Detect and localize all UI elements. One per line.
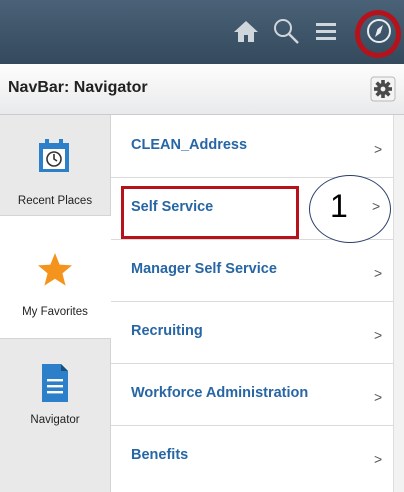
self-service-highlight-box xyxy=(121,186,299,239)
chevron-right-icon[interactable]: > xyxy=(372,198,380,214)
chevron-right-icon: > xyxy=(374,327,383,343)
step-callout-number: 1 xyxy=(330,188,348,224)
chevron-right-icon: > xyxy=(374,141,383,157)
chevron-right-icon: > xyxy=(374,265,383,281)
list-item-clean-address[interactable]: CLEAN_Address > xyxy=(111,115,393,178)
calendar-clock-icon xyxy=(39,139,69,172)
list-item-label: Recruiting xyxy=(131,323,203,339)
list-item-label: Manager Self Service xyxy=(131,261,277,277)
star-icon xyxy=(38,253,72,286)
left-item-label: Recent Places xyxy=(17,195,93,207)
left-item-label: Navigator xyxy=(30,414,80,426)
gear-icon[interactable] xyxy=(370,76,396,102)
list-item-recruiting[interactable]: Recruiting > xyxy=(111,301,393,364)
list-item-label: Benefits xyxy=(131,447,189,463)
actions-menu-icon[interactable] xyxy=(312,16,342,46)
home-icon[interactable] xyxy=(231,16,261,46)
list-item-label: CLEAN_Address xyxy=(131,137,248,153)
document-list-icon xyxy=(42,364,68,402)
search-icon[interactable] xyxy=(271,16,301,46)
list-item-label: Workforce Administration xyxy=(131,385,309,401)
navigator-list: CLEAN_Address > Self Service Manager Sel… xyxy=(111,115,393,492)
chevron-right-icon: > xyxy=(374,389,383,405)
list-scrollbar[interactable] xyxy=(393,115,404,492)
list-item-benefits[interactable]: Benefits > xyxy=(111,425,393,487)
left-item-label: My Favorites xyxy=(22,306,88,318)
list-item-manager-self-service[interactable]: Manager Self Service > xyxy=(111,239,393,302)
page-title: NavBar: Navigator xyxy=(8,79,148,96)
navbar-highlight-ring xyxy=(355,10,401,58)
navbar-title-bar: NavBar: Navigator xyxy=(0,64,404,115)
top-header-bar xyxy=(0,0,404,64)
list-item-workforce-administration[interactable]: Workforce Administration > xyxy=(111,363,393,426)
chevron-right-icon: > xyxy=(374,451,383,467)
